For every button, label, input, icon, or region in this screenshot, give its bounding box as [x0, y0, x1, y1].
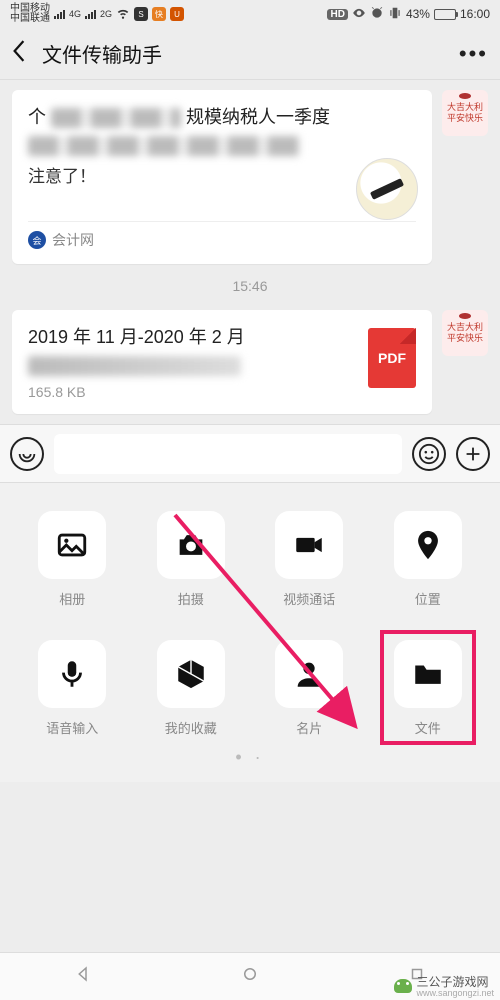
- app-icon-3: U: [170, 7, 184, 21]
- avatar[interactable]: 大吉大利平安快乐: [442, 310, 488, 356]
- clock-time: 16:00: [460, 7, 490, 21]
- panel-item-voice[interactable]: 语音输入: [18, 640, 127, 737]
- pager-dots: • ·: [18, 737, 482, 772]
- article-thumb: [356, 158, 418, 220]
- chat-area: 个 规模纳税人一季度 注意了！ 会 会计网 大吉大利平安快乐 15:46 201…: [0, 80, 500, 424]
- folder-icon: [411, 657, 445, 691]
- nav-home-icon[interactable]: [241, 965, 259, 988]
- network-2: 2G: [100, 9, 112, 19]
- signal-icon: [54, 10, 65, 19]
- eye-icon: [352, 6, 366, 23]
- voice-toggle-button[interactable]: [10, 437, 44, 471]
- chat-header: 文件传输助手 •••: [0, 28, 500, 80]
- back-button[interactable]: [12, 38, 38, 69]
- app-icon-2: 快: [152, 7, 166, 21]
- battery-pct: 43%: [406, 7, 430, 21]
- panel-item-location[interactable]: 位置: [374, 511, 483, 608]
- panel-item-favorites[interactable]: 我的收藏: [137, 640, 246, 737]
- signal-icon-2: [85, 10, 96, 19]
- panel-item-camera[interactable]: 拍摄: [137, 511, 246, 608]
- source-icon: 会: [28, 231, 46, 249]
- vibrate-icon: [388, 6, 402, 23]
- attachment-panel: 相册 拍摄 视频通话 位置 语音输入 我的收藏 名片: [0, 482, 500, 782]
- input-bar: [0, 424, 500, 482]
- watermark-url: www.sangongzi.net: [416, 988, 494, 998]
- battery-icon: [434, 9, 456, 20]
- panel-item-video-call[interactable]: 视频通话: [255, 511, 364, 608]
- file-size: 165.8 KB: [28, 384, 416, 400]
- panel-item-file[interactable]: 文件: [374, 640, 483, 737]
- status-bar: 中国移动 中国联通 4G 2G S 快 U HD 43% 16:00: [0, 0, 500, 28]
- mic-icon: [55, 657, 89, 691]
- emoji-button[interactable]: [412, 437, 446, 471]
- article-message[interactable]: 个 规模纳税人一季度 注意了！ 会 会计网: [12, 90, 432, 264]
- wifi-icon: [116, 6, 130, 23]
- nav-back-icon[interactable]: [74, 965, 92, 988]
- watermark-text: 三公子游戏网: [416, 975, 488, 989]
- plus-button[interactable]: [456, 437, 490, 471]
- avatar[interactable]: 大吉大利平安快乐: [442, 90, 488, 136]
- panel-item-album[interactable]: 相册: [18, 511, 127, 608]
- network-1: 4G: [69, 9, 81, 19]
- location-icon: [411, 528, 445, 562]
- hd-badge: HD: [327, 9, 347, 20]
- watermark-logo-icon: [394, 979, 412, 993]
- video-icon: [292, 528, 326, 562]
- source-name: 会计网: [52, 230, 94, 250]
- app-icon-1: S: [134, 7, 148, 21]
- message-input[interactable]: [54, 434, 402, 474]
- timestamp: 15:46: [0, 264, 500, 300]
- image-icon: [55, 528, 89, 562]
- alarm-icon: [370, 6, 384, 23]
- panel-item-contact[interactable]: 名片: [255, 640, 364, 737]
- camera-icon: [174, 528, 208, 562]
- pdf-icon: PDF: [368, 328, 416, 388]
- file-message[interactable]: 2019 年 11 月-2020 年 2 月 165.8 KB PDF: [12, 310, 432, 414]
- person-icon: [292, 657, 326, 691]
- page-title: 文件传输助手: [38, 39, 459, 68]
- cube-icon: [174, 657, 208, 691]
- file-title: 2019 年 11 月-2020 年 2 月: [28, 324, 416, 350]
- more-button[interactable]: •••: [459, 41, 488, 67]
- watermark: 三公子游戏网 www.sangongzi.net: [394, 973, 494, 998]
- carrier-2: 中国联通: [10, 14, 50, 24]
